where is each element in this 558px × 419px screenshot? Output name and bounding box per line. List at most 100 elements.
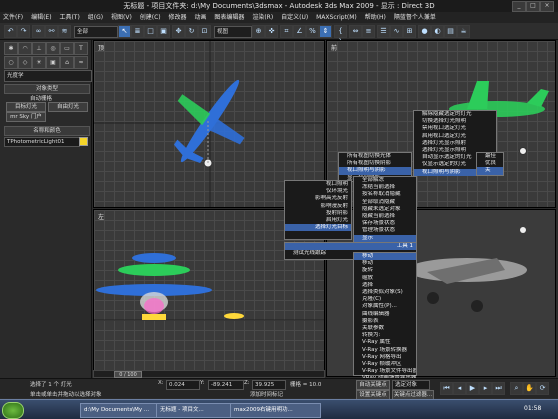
menu-tools[interactable]: 工具(T) <box>56 12 82 23</box>
create-tab-icon[interactable]: ✱ <box>4 42 18 55</box>
select-move-icon[interactable]: ✥ <box>172 25 185 38</box>
percent-snap-icon[interactable]: % <box>306 25 319 38</box>
menu-edit[interactable]: 编辑(E) <box>28 12 54 23</box>
go-to-end-icon[interactable]: ⏭ <box>492 382 505 395</box>
quad-item[interactable]: 曲线编辑器 <box>354 311 416 318</box>
quad-item[interactable]: V-Ray 帧缓冲区 <box>354 361 416 368</box>
quad-item[interactable]: 启用视口选定灯光 <box>414 133 496 140</box>
selected-object-dropdown[interactable]: 选定对象 <box>392 380 430 390</box>
menu-group[interactable]: 组(G) <box>85 12 106 23</box>
orbit-icon[interactable]: ⟳ <box>536 382 549 395</box>
taskbar-item-3dsmax[interactable]: 无标题 - 项目文... <box>156 403 231 418</box>
mr-sky-portal-button[interactable]: mr Sky 门户 <box>6 112 46 122</box>
quad-item[interactable]: 按名称取消隐藏 <box>354 191 416 198</box>
quad-item-selected[interactable]: 视口照明与阴影 <box>339 167 411 175</box>
taskbar-item-explorer[interactable]: d:\My Documents\My ... <box>80 403 157 418</box>
rectangular-selection-icon[interactable]: □ <box>144 25 157 38</box>
object-name-field[interactable]: TPhotometricLight01 <box>4 137 80 147</box>
quad-item[interactable]: 所有视图切换阴影 <box>339 160 411 167</box>
menu-create[interactable]: 创建(C) <box>137 12 164 23</box>
quad-item[interactable]: 选择 <box>354 282 416 289</box>
name-color-rollout[interactable]: 名称和颜色 <box>4 126 90 136</box>
quad-item[interactable]: 全部取消隐藏 <box>354 199 416 206</box>
play-icon[interactable]: ▶ <box>466 382 479 395</box>
quad-item[interactable]: 优良 <box>477 160 503 167</box>
category-dropdown[interactable]: 光度学 <box>4 70 92 82</box>
spacewarps-icon[interactable]: ≈ <box>74 56 88 69</box>
select-rotate-icon[interactable]: ↻ <box>185 25 198 38</box>
menu-help[interactable]: 帮助(H) <box>362 12 389 23</box>
utilities-tab-icon[interactable]: T <box>74 42 88 55</box>
time-slider-thumb[interactable]: 0 / 100 <box>114 371 142 378</box>
quad-item[interactable]: 启用灯光 <box>285 217 351 224</box>
quad-item[interactable]: 关联参数 <box>354 325 416 332</box>
quad-item[interactable]: V-Ray 场景文件导出器 <box>354 368 416 375</box>
menu-customize[interactable]: 自定义(U) <box>278 12 311 23</box>
add-time-tag[interactable]: 添加时间标记 <box>250 390 283 398</box>
quad-item-selected[interactable]: 选择灯光目标 <box>285 224 351 232</box>
quad-item[interactable]: 转换为: <box>354 332 416 339</box>
spinner-snap-icon[interactable]: ⇕ <box>319 25 332 38</box>
quad-item[interactable]: V-Ray 属性 <box>354 339 416 346</box>
select-by-name-icon[interactable]: ≣ <box>131 25 144 38</box>
quad-item[interactable]: 切换选择灯光照明 <box>414 118 496 125</box>
cameras-icon[interactable]: ▣ <box>46 56 60 69</box>
quick-render-icon[interactable]: ☕ <box>457 25 470 38</box>
quad-item[interactable]: 对象属性(P)... <box>354 303 416 310</box>
menu-extra[interactable]: 隔蓝督个人兼单 <box>391 12 439 23</box>
pivot-center-icon[interactable]: ⊕ <box>252 25 265 38</box>
link-icon[interactable]: ∞ <box>32 25 45 38</box>
menu-graph-editors[interactable]: 图表编辑器 <box>211 12 247 23</box>
quad-item[interactable]: 管理场景状态 <box>354 227 416 234</box>
z-coordinate-field[interactable]: 39.925 <box>252 380 286 390</box>
helpers-icon[interactable]: ⌂ <box>60 56 74 69</box>
quad-item[interactable]: 解除隐藏选定的灯光 <box>414 111 496 118</box>
quad-item[interactable]: 所有视图切换光体 <box>339 153 411 160</box>
quad-item[interactable]: 冻结当前选择 <box>354 184 416 191</box>
time-slider[interactable]: 0 / 100 <box>93 370 325 378</box>
mirror-icon[interactable]: ⇔ <box>349 25 362 38</box>
quad-item[interactable]: 保存场景状态 <box>354 220 416 227</box>
reference-coordinate-dropdown[interactable]: 视图 <box>214 26 252 38</box>
menu-rendering[interactable]: 渲染(R) <box>249 12 276 23</box>
select-scale-icon[interactable]: ⊡ <box>198 25 211 38</box>
free-light-button[interactable]: 自由灯光 <box>48 102 88 112</box>
quad-item-selected[interactable]: 关 <box>477 167 503 175</box>
align-icon[interactable]: ≡ <box>362 25 375 38</box>
zoom-icon[interactable]: ⌕ <box>510 382 523 395</box>
selection-filter-dropdown[interactable]: 全部 <box>74 26 118 38</box>
object-color-swatch[interactable] <box>79 137 88 146</box>
quad-item[interactable]: 移动 <box>354 260 416 267</box>
pan-icon[interactable]: ✋ <box>523 382 536 395</box>
motion-tab-icon[interactable]: ◎ <box>46 42 60 55</box>
quad-item[interactable]: 视口照明 <box>285 181 351 188</box>
y-coordinate-field[interactable]: -89.241 <box>208 380 244 390</box>
maximize-button[interactable]: □ <box>526 1 540 12</box>
minimize-button[interactable]: _ <box>512 1 526 12</box>
object-type-rollout[interactable]: 对象类型 <box>4 84 90 94</box>
select-object-icon[interactable]: ↖ <box>118 25 131 38</box>
menu-maxscript[interactable]: MAXScript(M) <box>313 12 360 23</box>
hierarchy-tab-icon[interactable]: ⊥ <box>32 42 46 55</box>
lights-icon[interactable]: ☀ <box>32 56 46 69</box>
quad-item[interactable]: 最佳 <box>477 153 503 160</box>
auto-key-button[interactable]: 自动关键点 <box>356 380 390 390</box>
taskbar-item-document[interactable]: max2009右键用明功... <box>230 403 321 418</box>
quad-item[interactable]: 缩放 <box>354 275 416 282</box>
close-button[interactable]: × <box>540 1 554 12</box>
quad-item[interactable]: 全部解冻 <box>354 177 416 184</box>
quad-item[interactable]: 选择灯光显示照射 <box>414 140 496 147</box>
undo-icon[interactable]: ↶ <box>4 25 17 38</box>
schematic-view-icon[interactable]: ⊞ <box>403 25 416 38</box>
render-frame-icon[interactable]: ▤ <box>444 25 457 38</box>
quad-item[interactable]: 旋转 <box>354 267 416 274</box>
window-crossing-icon[interactable]: ▣ <box>157 25 170 38</box>
angle-snap-icon[interactable]: ∠ <box>293 25 306 38</box>
quad-item[interactable]: 隐藏当前选择 <box>354 213 416 220</box>
curve-editor-icon[interactable]: ∿ <box>390 25 403 38</box>
quad-item[interactable]: 投射阴影 <box>285 210 351 217</box>
bind-space-warp-icon[interactable]: ≋ <box>58 25 71 38</box>
menu-views[interactable]: 视图(V) <box>108 12 135 23</box>
quad-item[interactable]: 影响高光反射 <box>285 195 351 202</box>
quad-item-selected[interactable]: 显示 <box>354 234 416 242</box>
